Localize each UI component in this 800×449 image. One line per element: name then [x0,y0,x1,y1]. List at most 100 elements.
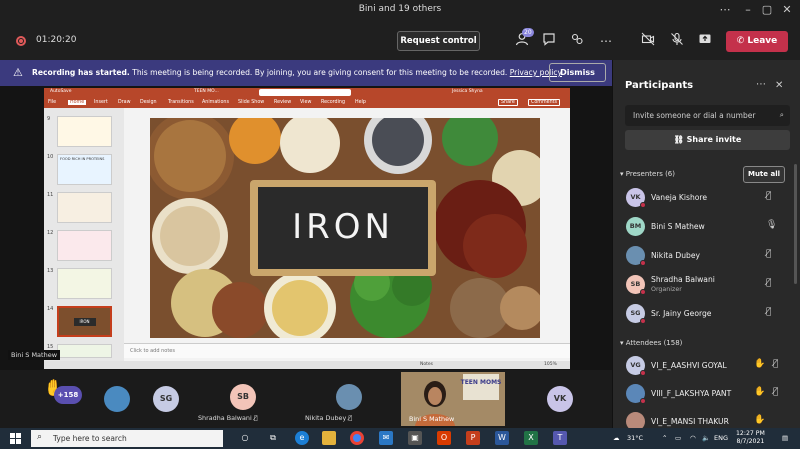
network-icon[interactable]: ▭ [675,434,681,442]
tab-animations[interactable]: Animations [202,100,229,105]
tile-name: Shradha Balwani 🎙̸ [198,414,258,422]
participant-row[interactable]: Nikita Dubey 🎙̸ [613,242,799,270]
thumb-number: 14 [47,306,54,312]
tab-design[interactable]: Design [140,100,157,105]
tray-chevron-icon[interactable]: ⌃ [662,434,667,442]
overflow-count[interactable]: +158 [54,386,82,404]
language-indicator[interactable]: ENG [714,434,728,442]
request-control-button[interactable]: Request control [397,31,480,51]
rooms-icon[interactable] [568,32,586,50]
store-icon[interactable]: ▣ [408,431,422,445]
autosave-label[interactable]: AutoSave [50,89,72,94]
tab-insert[interactable]: Insert [94,100,108,105]
slide-thumb-11[interactable] [57,192,112,223]
maximize-button[interactable]: ▢ [758,3,776,16]
avatar-initials: VG [630,361,641,369]
slide-thumb-13[interactable] [57,268,112,299]
raised-hand-icon: ✋ [754,387,766,397]
slide-title: IRON [292,207,394,247]
task-view-icon[interactable]: ⧉ [266,431,280,445]
panel-close-icon[interactable]: ✕ [775,80,783,91]
participant-row[interactable]: VI_E_MANSI THAKUR ✋ [613,408,799,428]
weather-temp[interactable]: 31°C [627,434,643,442]
weather-icon[interactable]: ☁ [613,434,620,442]
participant-tile-avatar[interactable]: VK [547,386,573,412]
invite-input[interactable]: Invite someone or dial a number ⌕ [625,105,790,126]
tab-slide-show[interactable]: Slide Show [238,100,264,105]
participant-row[interactable]: SB Shradha Balwani Organizer 🎙̸ [613,271,799,299]
more-actions-icon[interactable]: ⋯ [597,32,615,50]
slide-thumb-12[interactable] [57,230,112,261]
ppt-user-name: Jessica Shyna [452,89,483,94]
status-dot [640,370,646,376]
ppt-ribbon-tabs: File Home Insert Draw Design Transitions… [44,98,570,108]
title-bar: Bini and 19 others ⋯ – ▢ ✕ [0,0,800,22]
tab-review[interactable]: Review [274,100,291,105]
participant-row[interactable]: SG Sr. Jainy George 🎙̸ [613,300,799,328]
attendees-count: Attendees (158) [625,339,683,347]
tab-draw[interactable]: Draw [118,100,131,105]
tab-view[interactable]: View [300,100,311,105]
participant-role: Organizer [651,286,682,293]
minimize-button[interactable]: – [739,3,757,16]
panel-more-icon[interactable]: ⋯ [756,79,766,90]
tab-transitions[interactable]: Transitions [168,100,194,105]
participant-tile-avatar[interactable] [336,384,362,410]
participant-row[interactable]: BM Bini S Mathew 🎙 [613,213,799,241]
volume-icon[interactable]: 🔈 [702,434,710,442]
cortana-icon[interactable]: ○ [238,431,252,445]
tab-recording[interactable]: Recording [321,100,345,105]
close-button[interactable]: ✕ [778,3,796,16]
taskbar-clock[interactable]: 12:27 PM 8/7/2021 [736,430,765,446]
ppt-comments-button[interactable]: Comments [528,99,561,106]
windows-start-icon[interactable] [10,433,21,444]
chrome-icon[interactable] [350,431,364,445]
notes-pane[interactable]: Click to add notes [124,343,570,358]
participant-row[interactable]: VK Vaneja Kishore 🎙̸ [613,184,799,212]
ppt-search-box[interactable]: ⌕ Search [259,89,351,96]
zoom-level[interactable]: 105% [544,362,557,367]
file-explorer-icon[interactable] [322,431,336,445]
current-slide[interactable]: IRON [150,118,540,338]
edge-icon[interactable]: e [295,431,309,445]
participant-tile-avatar[interactable] [104,386,130,412]
more-icon[interactable]: ⋯ [716,3,734,16]
presenters-header[interactable]: ▾ Presenters (6) [620,170,675,178]
slide-thumb-15[interactable] [57,344,112,358]
tile-initials: SB [237,392,249,401]
taskbar-search-input[interactable]: ⌕ Type here to search [31,430,223,447]
share-screen-icon[interactable] [696,32,714,50]
slide-thumb-9[interactable] [57,116,112,147]
leave-button[interactable]: ✆ Leave [726,31,788,52]
participant-row[interactable]: VG VI_E_AASHVI GOYAL ✋ 🎙̸ [613,352,799,380]
word-icon[interactable]: W [495,431,509,445]
teams-icon[interactable]: T [553,431,567,445]
tab-home[interactable]: Home [68,100,87,105]
tab-help[interactable]: Help [355,100,366,105]
camera-off-icon[interactable] [639,32,657,50]
mail-icon[interactable]: ✉ [379,431,393,445]
dismiss-button[interactable]: Dismiss [549,63,606,82]
participants-panel: Participants ⋯ ✕ Invite someone or dial … [612,60,800,428]
mic-off-icon[interactable] [668,32,686,50]
participant-tile-avatar[interactable]: SG [153,386,179,412]
notifications-icon[interactable]: ▤ [782,434,788,442]
office-icon[interactable]: O [437,431,451,445]
slide-thumb-14[interactable]: IRON [57,306,112,337]
wifi-icon[interactable]: ◠ [690,434,696,442]
slide-thumb-10[interactable]: FOOD RICH IN PROTEINS [57,154,112,185]
status-dot [640,260,646,266]
powerpoint-icon[interactable]: P [466,431,480,445]
tab-file[interactable]: File [48,100,56,105]
notes-toggle[interactable]: Notes [420,362,433,367]
participant-tile-avatar[interactable]: SB [230,384,256,410]
chat-icon[interactable] [540,32,558,50]
presenter-video-tile[interactable]: TEEN MOMS Bini S Mathew [401,372,505,426]
excel-icon[interactable]: X [524,431,538,445]
participant-row[interactable]: VIII_F_LAKSHYA PANT ✋ 🎙̸ [613,380,799,408]
mute-all-button[interactable]: Mute all [743,166,785,183]
powerpoint-window[interactable]: AutoSave TEEN MO... ⌕ Search Jessica Shy… [44,88,570,369]
ppt-share-button[interactable]: Share [498,99,518,106]
attendees-header[interactable]: ▾ Attendees (158) [620,339,682,347]
share-invite-button[interactable]: ⛓ Share invite [625,130,790,150]
